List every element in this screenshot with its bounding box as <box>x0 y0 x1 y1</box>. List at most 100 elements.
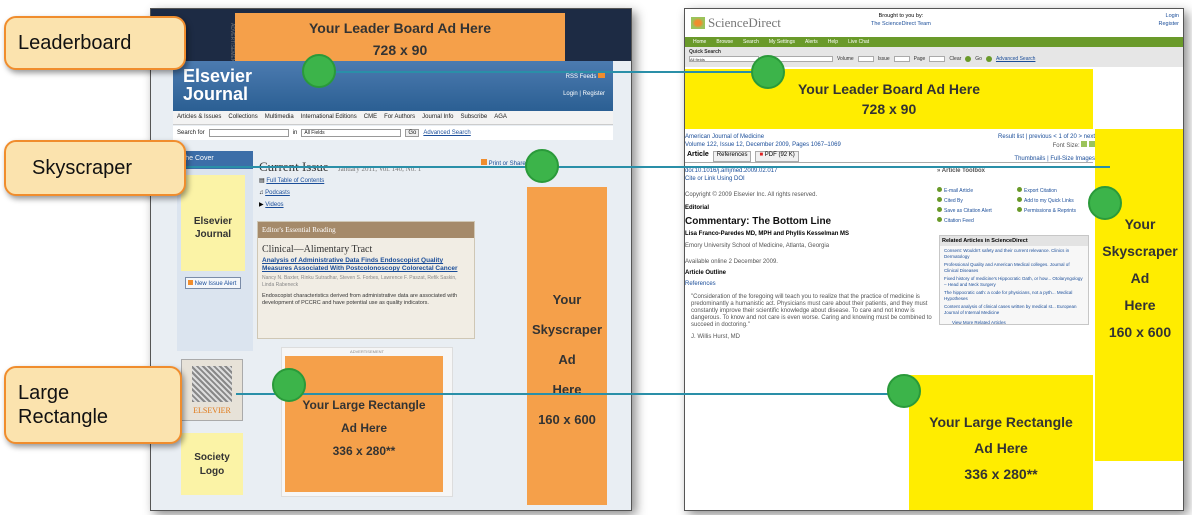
references-link[interactable]: References <box>685 280 935 288</box>
thumbnails-link[interactable]: Thumbnails | Full-Size Images <box>985 155 1095 163</box>
result-list-nav[interactable]: Result list | previous < 1 of 20 > next <box>975 133 1095 141</box>
toolbox-item[interactable]: Cited By <box>937 197 1013 204</box>
clear-icon <box>965 56 972 62</box>
related-article-link[interactable]: Professional Quality and American Medica… <box>944 262 1084 274</box>
toolbox-item-icon <box>937 187 942 192</box>
issue-label: Issue <box>877 56 890 62</box>
elsevier-logo[interactable]: ELSEVIER <box>181 359 243 421</box>
society-logo-line2: Logo <box>199 466 225 477</box>
left-search-input[interactable] <box>208 129 289 137</box>
right-leaderboard-ad[interactable]: Your Leader Board Ad Here 728 x 90 <box>685 69 1093 129</box>
font-size-decrease[interactable] <box>1081 141 1088 147</box>
toolbox-item[interactable]: Save as Citation Alert <box>937 207 1013 214</box>
sd-nav-item[interactable]: Live Chat <box>848 39 869 45</box>
left-nav-item[interactable]: Multimedia <box>265 114 294 121</box>
tab-references[interactable]: References <box>712 151 752 162</box>
left-nav-item[interactable]: For Authors <box>384 114 415 121</box>
toolbox-item[interactable]: Add to my Quick Links <box>1017 197 1093 204</box>
related-article-link[interactable]: Consent: Wouldn't safety and their curre… <box>944 248 1084 260</box>
toc-link-podcasts[interactable]: ♫ Podcasts <box>259 187 324 199</box>
left-go-button[interactable]: Go <box>405 129 420 137</box>
journal-logo[interactable]: Elsevier Journal <box>183 67 252 103</box>
elsevier-tree-icon <box>192 366 232 402</box>
journal-link[interactable]: American Journal of Medicine <box>685 133 945 141</box>
logo-line2: Journal <box>183 84 249 104</box>
left-page-screenshot: ADVERTISEMENT Your Leader Board Ad Here … <box>150 8 632 511</box>
font-size-control: Font Size: <box>975 141 1095 150</box>
toolbox-item[interactable]: Permissions & Reprints <box>1017 207 1093 214</box>
section-title: Clinical—Alimentary Tract <box>262 244 373 255</box>
reading-article-link[interactable]: Analysis of Administrative Data Finds En… <box>258 257 474 273</box>
sd-brought-by: Brought to you by: The ScienceDirect Tea… <box>871 12 931 28</box>
toc-link-full[interactable]: ▤ Full Table of Contents <box>259 175 324 187</box>
headphones-icon: ♫ <box>259 190 264 196</box>
left-nav-item[interactable]: Subscribe <box>461 114 488 121</box>
sd-advanced-search-link[interactable]: Advanced Search <box>996 56 1035 62</box>
toolbox-item[interactable]: Export Citation <box>1017 187 1093 194</box>
search-field-select[interactable]: All Fields <box>301 129 402 137</box>
volume-label: Volume <box>837 56 854 62</box>
issue-input[interactable] <box>893 56 910 62</box>
related-article-link[interactable]: Content analysis of clinical cases writt… <box>944 304 1084 316</box>
sd-nav-item[interactable]: Home <box>693 39 706 45</box>
toolbox-item-icon <box>1017 187 1022 192</box>
left-nav-item[interactable]: International Editions <box>301 114 357 121</box>
sd-nav-item[interactable]: My Settings <box>769 39 795 45</box>
left-nav-item[interactable]: AGA <box>494 114 507 121</box>
left-nav-item[interactable]: CME <box>364 114 377 121</box>
sd-go-button[interactable]: Go <box>975 56 982 62</box>
view-more-related-link[interactable]: View More Related Articles <box>940 320 1088 325</box>
print-icon <box>481 159 487 165</box>
volume-info[interactable]: Volume 122, Issue 12, December 2009, Pag… <box>685 141 945 149</box>
page-input[interactable] <box>929 56 946 62</box>
cover-image[interactable]: Elsevier Journal <box>181 175 245 271</box>
reading-summary: Endoscopist characteristics derived from… <box>262 293 458 306</box>
related-articles-box: Related Articles in ScienceDirect Consen… <box>939 235 1089 325</box>
skyscraper-line2: Skyscraper <box>531 322 603 337</box>
doi-link[interactable]: doi:10.1016/j.amjmed.2009.02.017 <box>685 167 935 175</box>
sd-nav-item[interactable]: Alerts <box>805 39 818 45</box>
right-large-rectangle-ad[interactable]: Your Large Rectangle Ad Here 336 x 280** <box>909 375 1093 510</box>
sd-nav-item[interactable]: Browse <box>716 39 733 45</box>
skyscraper-connector <box>180 166 1110 168</box>
quick-search-label: Quick Search <box>689 49 721 55</box>
related-article-link[interactable]: Fixed history of medicine's Hippocratic … <box>944 276 1084 288</box>
volume-input[interactable] <box>857 56 874 62</box>
left-nav-item[interactable]: Journal Info <box>422 114 453 121</box>
left-login-register[interactable]: Login | Register <box>563 91 605 97</box>
sd-clear-button[interactable]: Clear <box>949 56 961 62</box>
left-nav-item[interactable]: Articles & Issues <box>177 114 221 121</box>
tab-pdf[interactable]: ■ PDF (92 K) <box>755 151 799 162</box>
cite-link[interactable]: Cite or Link Using DOI <box>685 175 935 183</box>
sd-all-fields-input[interactable]: All fields <box>689 56 759 62</box>
large-rect-line2: Ad Here <box>974 440 1028 456</box>
rss-label: RSS Feeds <box>565 74 597 80</box>
brought-by-line2[interactable]: The ScienceDirect Team <box>871 20 931 28</box>
society-logo[interactable]: Society Logo <box>181 433 243 495</box>
toc-link-videos[interactable]: ▶ Videos <box>259 199 324 211</box>
left-advanced-search-link[interactable]: Advanced Search <box>423 130 470 136</box>
sd-logo[interactable]: ScienceDirect <box>691 15 781 31</box>
right-skyscraper-ad[interactable]: Your Skyscraper Ad Here 160 x 600 <box>1095 129 1183 461</box>
sd-nav-item[interactable]: Search <box>743 39 759 45</box>
left-skyscraper-ad[interactable]: Your Skyscraper Ad Here 160 x 600 <box>527 187 607 505</box>
new-issue-alert-label: New Issue Alert <box>194 281 237 287</box>
skyscraper-line3: Ad <box>1130 270 1150 286</box>
toolbox-item-label: E-mail Article <box>944 188 974 194</box>
left-nav-item[interactable]: Collections <box>228 114 257 121</box>
toc-link-label: Videos <box>265 202 284 208</box>
related-article-link[interactable]: The hippocratic oath: a code for physici… <box>944 290 1084 302</box>
sd-nav-item[interactable]: Help <box>828 39 838 45</box>
tab-article[interactable]: Article <box>687 151 709 162</box>
skyscraper-marker-left <box>525 149 559 183</box>
toolbox-item[interactable]: E-mail Article <box>937 187 1013 194</box>
left-large-rectangle-ad[interactable]: Your Large Rectangle Ad Here 336 x 280** <box>285 356 443 492</box>
article-toolbox: » Article Toolbox E-mail Article Export C… <box>937 167 1093 224</box>
skyscraper-line2: Skyscraper <box>1102 243 1178 259</box>
new-issue-alert-button[interactable]: New Issue Alert <box>185 277 241 289</box>
sd-register-link[interactable]: Register <box>1159 20 1179 28</box>
toolbox-item[interactable]: Citation Feed <box>937 217 1013 224</box>
sd-login-link[interactable]: Login <box>1159 12 1179 20</box>
toolbox-item-label: Cited By <box>944 198 963 204</box>
go-icon <box>985 56 992 62</box>
